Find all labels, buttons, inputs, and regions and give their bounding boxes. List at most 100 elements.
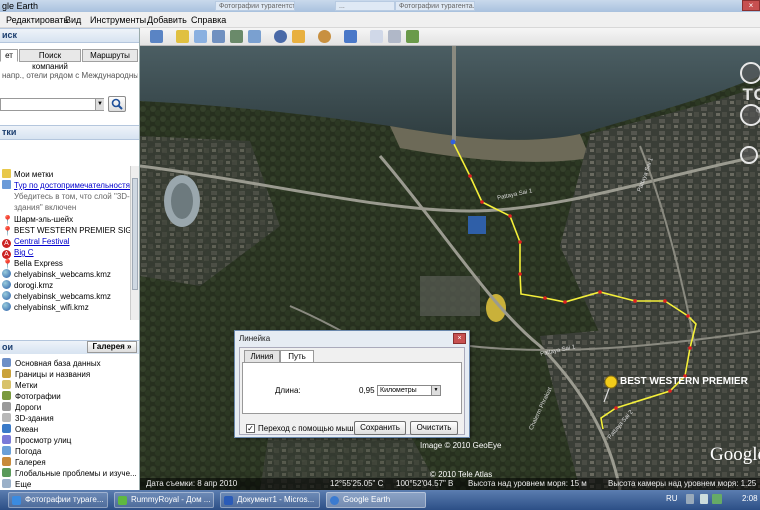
more-icon [2,479,11,488]
tour-icon [2,180,11,189]
list-item[interactable]: A Central Festival [2,236,70,248]
image-overlay-icon[interactable] [230,30,243,43]
places-scrollbar[interactable] [130,166,139,320]
buildings-3d-icon [2,413,11,422]
chevron-down-icon: ▼ [431,386,440,395]
list-item-note: Убедитесь в том, что слой "3D- [14,192,130,201]
roads-icon [2,402,11,411]
ocean-icon [2,424,11,433]
taskbar-item[interactable]: Фотографии турагe... [8,492,108,508]
weather-icon [2,446,11,455]
list-item[interactable]: 📍Шарм-эль-шейх [2,214,73,225]
street-view-icon [2,435,11,444]
layer-item[interactable]: Просмотр улиц [2,435,71,446]
borders-icon [2,369,11,378]
eye-altitude-readout: Высота камеры над уровнем моря: 1.25 [608,479,757,488]
volume-icon[interactable] [700,494,708,504]
tab-search[interactable]: ет [0,49,18,62]
menu-tools[interactable]: Инструменты [90,14,146,26]
search-input[interactable] [0,98,104,111]
network-icon[interactable] [686,494,694,504]
taskbar-item[interactable]: Документ1 - Micros... [220,492,320,508]
list-item[interactable]: 📍BEST WESTERN PREMIER SIGN... [2,225,139,236]
browser-icon [118,496,127,505]
close-icon[interactable]: × [453,333,466,344]
tab-directions[interactable]: Маршруты [82,49,138,62]
scrollbar-thumb[interactable] [132,178,138,290]
pin-icon: 📍 [2,226,14,236]
layer-item[interactable]: Еще [2,479,31,490]
zoom-control[interactable] [740,146,758,164]
list-item[interactable]: chelyabinsk_webcams.kmz [2,269,111,280]
layer-item[interactable]: Глобальные проблемы и изуче... [2,468,137,479]
gallery-button[interactable]: Галерея » [87,341,137,353]
sunlight-icon[interactable] [292,30,305,43]
list-item[interactable]: chelyabinsk_webcams.kmz [2,291,111,302]
layer-item[interactable]: 3D-здания [2,413,54,424]
layer-item[interactable]: Галерея [2,457,46,468]
places-panel-header[interactable]: тки [0,125,139,140]
add-path-icon[interactable] [212,30,225,43]
sidebar-toggle-icon[interactable] [150,30,163,43]
elevation-readout: Высота над уровнем моря: 15 м [468,479,587,488]
menu-help[interactable]: Справка [191,14,226,26]
list-item[interactable]: dorogi.kmz [2,280,53,291]
historical-imagery-icon[interactable] [274,30,287,43]
globe-icon [2,269,11,278]
word-icon [224,496,233,505]
layer-item[interactable]: Океан [2,424,38,435]
browser-icon [12,496,21,505]
ruler-icon[interactable] [344,30,357,43]
menu-edit[interactable]: Редактировать [6,14,68,26]
window-close-button[interactable]: × [742,0,760,11]
list-item[interactable]: 📍Bella Express [2,258,63,269]
layer-item[interactable]: Погода [2,446,41,457]
search-icon [111,98,123,110]
list-item[interactable]: Мои метки [2,169,53,180]
list-item[interactable]: chelyabinsk_wifi.kmz [2,302,89,313]
tray-icon[interactable] [712,494,722,504]
layer-item[interactable]: Границы и названия [2,369,90,380]
toolbar [140,28,760,46]
add-polygon-icon[interactable] [194,30,207,43]
clear-button[interactable]: Очистить [410,421,458,435]
clock[interactable]: 2:08 [742,494,758,503]
database-icon [2,358,11,367]
placemarks-icon [2,380,11,389]
list-item-note: здания" включен [14,203,77,212]
sidebar: иск ет Поиск компаний Маршруты напр., от… [0,28,140,490]
search-button[interactable] [108,96,126,112]
length-label: Длина: [275,386,301,395]
tab-business-search[interactable]: Поиск компаний [19,49,81,71]
save-button[interactable]: Сохранить [354,421,406,435]
taskbar-item[interactable]: RummyRoyal - Дом ... [114,492,214,508]
photos-icon [2,391,11,400]
record-tour-icon[interactable] [248,30,261,43]
search-panel-header[interactable]: иск [0,28,139,43]
layer-item[interactable]: Основная база данных [2,358,101,369]
list-item[interactable]: A Big C [2,247,34,259]
taskbar: Фотографии турагe... RummyRoyal - Дом ..… [0,490,760,510]
print-icon[interactable] [388,30,401,43]
layer-item[interactable]: Дороги [2,402,41,413]
imagery-date: Дата съемки: 8 апр 2010 [146,479,238,488]
layer-item[interactable]: Метки [2,380,38,391]
layer-item[interactable]: Фотографии [2,391,61,402]
look-control[interactable] [740,62,760,84]
ruler-path-panel: Длина: 0,95 Километры ▼ [242,362,462,414]
add-placemark-icon[interactable] [176,30,189,43]
email-icon[interactable] [370,30,383,43]
view-in-maps-icon[interactable] [406,30,419,43]
menu-add[interactable]: Добавить [147,14,187,26]
language-indicator[interactable]: RU [666,494,678,503]
planets-icon[interactable] [318,30,331,43]
hotel-map-label: BEST WESTERN PREMIER [620,376,748,387]
chevron-down-icon[interactable]: ▼ [95,99,104,110]
list-item[interactable]: Тур по достопримечательностям [2,180,136,191]
length-value: 0,95 [359,386,375,395]
taskbar-item-active[interactable]: Google Earth [326,492,426,508]
unit-select[interactable]: Километры ▼ [377,385,441,396]
mouse-navigation-checkbox[interactable]: ✓ [246,424,255,433]
move-control[interactable] [740,104,760,126]
menu-view[interactable]: Вид [65,14,81,26]
